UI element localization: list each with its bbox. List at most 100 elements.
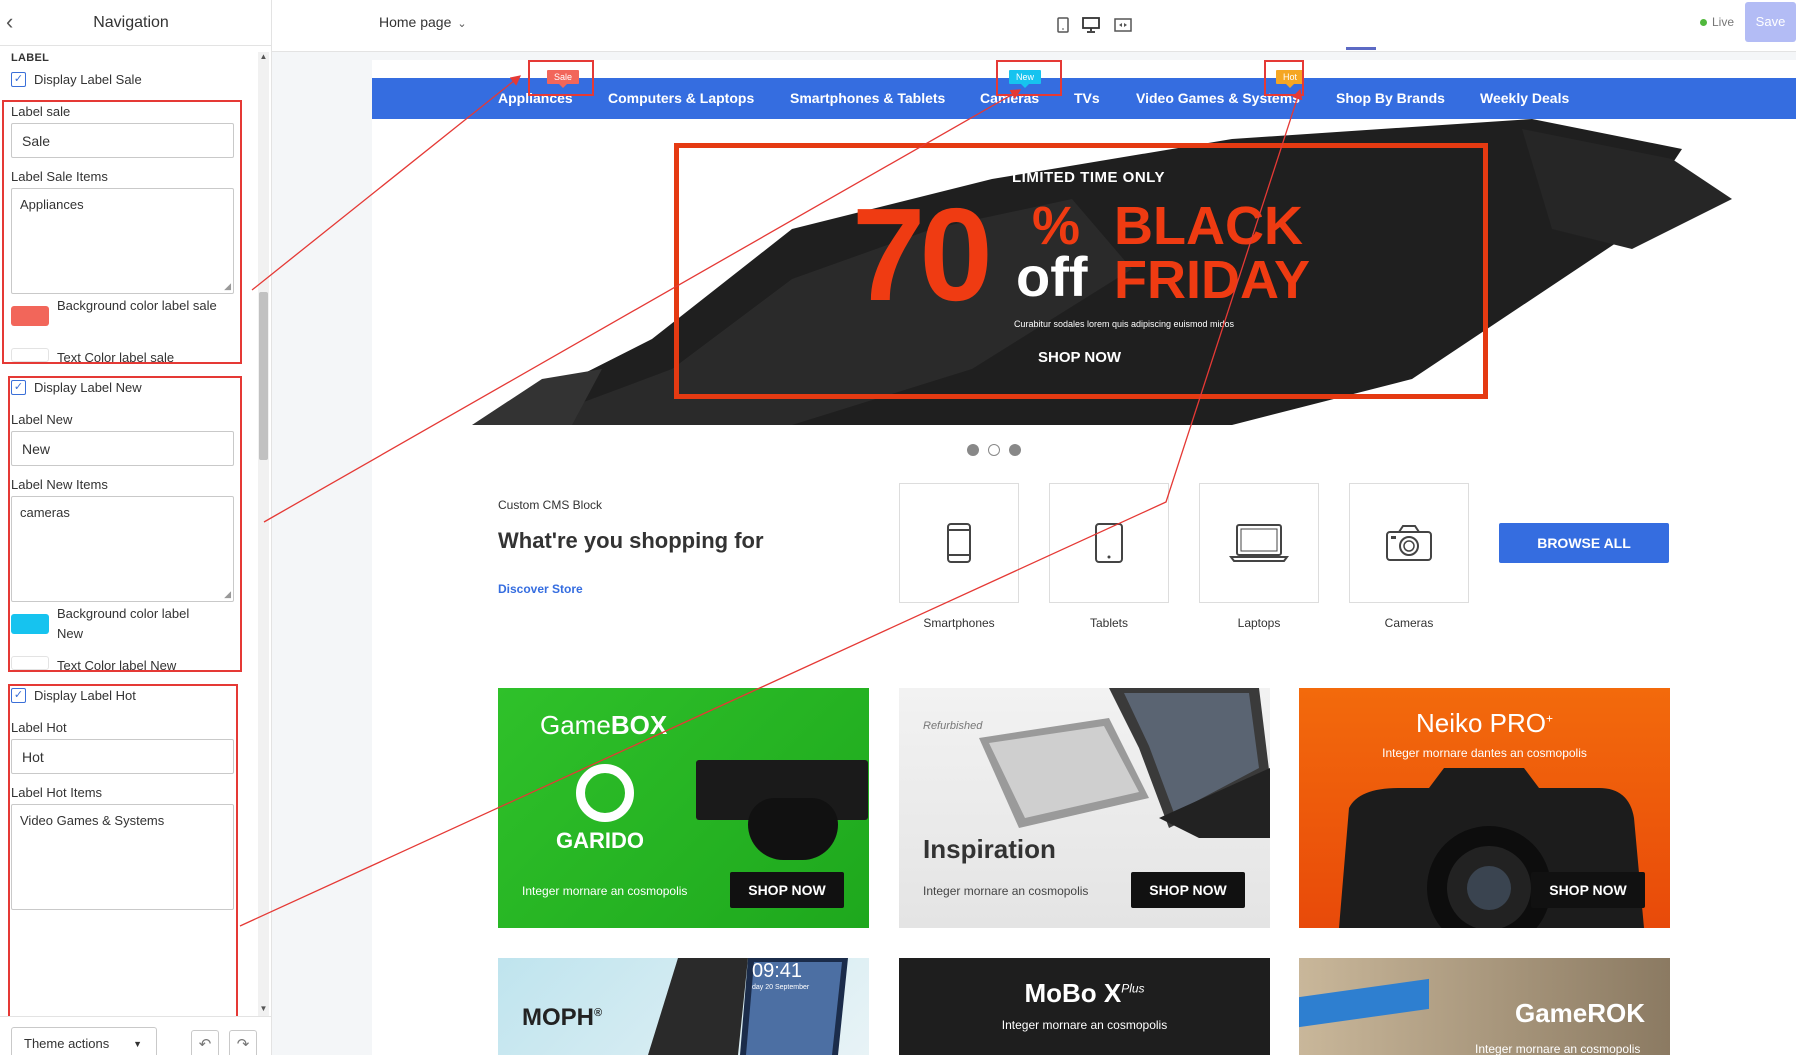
- highlight-badge-sale: [528, 60, 594, 96]
- controller-image: [748, 798, 838, 860]
- neiko-sup: +: [1546, 711, 1554, 726]
- text-color-sale-label: Text Color label sale: [57, 350, 175, 365]
- neiko-title-text: Neiko PRO: [1415, 708, 1547, 738]
- highlight-badge-hot: [1264, 60, 1304, 96]
- display-label-new-checkbox[interactable]: ✓ Display Label New: [11, 380, 142, 395]
- neiko-title: Neiko PRO+: [1299, 708, 1670, 739]
- mobo-sup: Plus: [1121, 981, 1145, 996]
- shop-now-button[interactable]: SHOP NOW: [1131, 872, 1245, 908]
- checkmark-icon: ✓: [11, 72, 26, 87]
- scroll-up-icon[interactable]: ▲: [258, 52, 269, 64]
- mobile-view-icon[interactable]: [1052, 14, 1074, 36]
- store-preview: Appliances Computers & Laptops Smartphon…: [372, 60, 1796, 1055]
- redo-icon[interactable]: ↷: [229, 1030, 257, 1055]
- banner-shop-now-link[interactable]: SHOP NOW: [1038, 349, 1121, 366]
- category-tablets[interactable]: [1049, 483, 1169, 603]
- bg-color-new-swatch[interactable]: [11, 614, 49, 634]
- promo-card-inspiration[interactable]: Refurbished Inspiration Integer mornare …: [899, 688, 1270, 928]
- promo-card-neiko[interactable]: Neiko PRO+ Integer mornare dantes an cos…: [1299, 688, 1670, 928]
- banner-off: off: [1016, 245, 1088, 308]
- label-sale-items-caption: Label Sale Items: [11, 169, 108, 184]
- label-new-items-textarea[interactable]: cameras ◢: [11, 496, 234, 602]
- game-box-image: [1299, 978, 1429, 1028]
- banner-discount-number: 70: [852, 181, 993, 328]
- live-label: Live: [1712, 15, 1735, 29]
- discover-store-link[interactable]: Discover Store: [498, 582, 583, 596]
- card-description: Integer mornare an cosmopolis: [923, 884, 1089, 898]
- nav-item-weekly-deals[interactable]: Weekly Deals: [1480, 90, 1569, 106]
- page-selector-label: Home page: [379, 14, 452, 30]
- bg-color-new-label: Background color label New: [57, 606, 190, 641]
- nav-item-computers[interactable]: Computers & Laptops: [608, 90, 754, 106]
- bg-color-sale-swatch[interactable]: [11, 306, 49, 326]
- garido-ring-icon: [576, 764, 634, 822]
- nav-item-smartphones[interactable]: Smartphones & Tablets: [790, 90, 945, 106]
- bg-color-sale-label: Background color label sale: [57, 298, 217, 313]
- gamebox-brand-part: Game: [540, 710, 611, 740]
- undo-icon[interactable]: ↶: [191, 1030, 219, 1055]
- nav-item-brands[interactable]: Shop By Brands: [1336, 90, 1445, 106]
- scroll-down-icon[interactable]: ▼: [258, 1004, 269, 1016]
- nav-item-tvs[interactable]: TVs: [1074, 90, 1100, 106]
- resize-grip-icon[interactable]: ◢: [224, 282, 231, 291]
- shop-now-button[interactable]: SHOP NOW: [730, 872, 844, 908]
- category-laptops[interactable]: [1199, 483, 1319, 603]
- label-hot-items-textarea[interactable]: Video Games & Systems: [11, 804, 234, 910]
- text-color-new-swatch[interactable]: [11, 656, 49, 670]
- resize-grip-icon[interactable]: ◢: [224, 590, 231, 599]
- moph-sup: ®: [594, 1007, 603, 1019]
- category-label: Tablets: [1089, 616, 1129, 630]
- textarea-value: Appliances: [20, 197, 84, 212]
- slide-dot-2[interactable]: [988, 444, 1000, 456]
- theme-actions-button[interactable]: Theme actions ▼: [11, 1027, 157, 1055]
- promo-card-mobo[interactable]: MoBo XPlus Integer mornare an cosmopolis: [899, 958, 1270, 1055]
- category-label: Laptops: [1237, 616, 1281, 630]
- browse-all-button[interactable]: BROWSE ALL: [1499, 523, 1669, 563]
- card-description: Integer mornare an cosmopolis: [1475, 1042, 1641, 1055]
- promo-card-gamerok[interactable]: GameROK Integer mornare an cosmopolis: [1299, 958, 1670, 1055]
- slide-dot-1[interactable]: [967, 444, 979, 456]
- inspiration-title: Inspiration: [923, 834, 1056, 864]
- promo-card-moph[interactable]: MOPH® 09:41 day 20 September: [498, 958, 869, 1055]
- label-hot-input[interactable]: Hot: [11, 739, 234, 774]
- gamebox-logo: GameBOX: [540, 710, 667, 741]
- banner-friday: FRIDAY: [1114, 250, 1311, 310]
- desktop-view-icon[interactable]: [1080, 14, 1102, 36]
- caret-down-icon: ▼: [133, 1039, 142, 1049]
- camera-icon: [1386, 525, 1432, 561]
- fullscreen-view-icon[interactable]: [1112, 14, 1134, 36]
- highlight-badge-new: [996, 60, 1062, 96]
- garido-text: GARIDO: [556, 828, 644, 853]
- sidebar-scrollbar[interactable]: [258, 52, 269, 1016]
- scrollbar-thumb[interactable]: [259, 292, 268, 460]
- page-selector[interactable]: Home page ⌄: [379, 14, 467, 30]
- display-label-sale-checkbox[interactable]: ✓ Display Label Sale: [11, 72, 142, 87]
- textarea-value: Video Games & Systems: [20, 813, 165, 828]
- checkmark-icon: ✓: [11, 380, 26, 395]
- section-label: LABEL: [11, 52, 50, 64]
- laptop-icon: [1229, 524, 1289, 562]
- theme-actions-label: Theme actions: [24, 1036, 110, 1051]
- label-new-input[interactable]: New: [11, 431, 234, 466]
- category-smartphones[interactable]: [899, 483, 1019, 603]
- laptops-image: [979, 688, 1270, 838]
- label-sale-input[interactable]: Sale: [11, 123, 234, 158]
- checkbox-label: Display Label Hot: [34, 688, 136, 703]
- gamebox-brand-bold: BOX: [610, 710, 668, 740]
- top-bar: Home page ⌄ Live Save: [272, 0, 1796, 52]
- shop-now-button[interactable]: SHOP NOW: [1531, 872, 1645, 908]
- checkbox-label: Display Label Sale: [34, 72, 142, 87]
- checkmark-icon: ✓: [11, 688, 26, 703]
- promo-card-gamebox[interactable]: GameBOX GARIDO Integer mornare an cosmop…: [498, 688, 869, 928]
- display-label-hot-checkbox[interactable]: ✓ Display Label Hot: [11, 688, 136, 703]
- save-button[interactable]: Save: [1745, 2, 1796, 42]
- category-label: Smartphones: [923, 616, 995, 630]
- slide-dot-3[interactable]: [1009, 444, 1021, 456]
- hero-banner[interactable]: LIMITED TIME ONLY 70 % off BLACK FRIDAY …: [372, 119, 1796, 425]
- category-cameras[interactable]: [1349, 483, 1469, 603]
- text-color-sale-swatch[interactable]: [11, 348, 49, 362]
- label-sale-items-textarea[interactable]: Appliances ◢: [11, 188, 234, 294]
- card-description: Integer mornare dantes an cosmopolis: [1382, 746, 1587, 760]
- smartphone-icon: [947, 523, 971, 563]
- label-new-caption: Label New: [11, 412, 73, 427]
